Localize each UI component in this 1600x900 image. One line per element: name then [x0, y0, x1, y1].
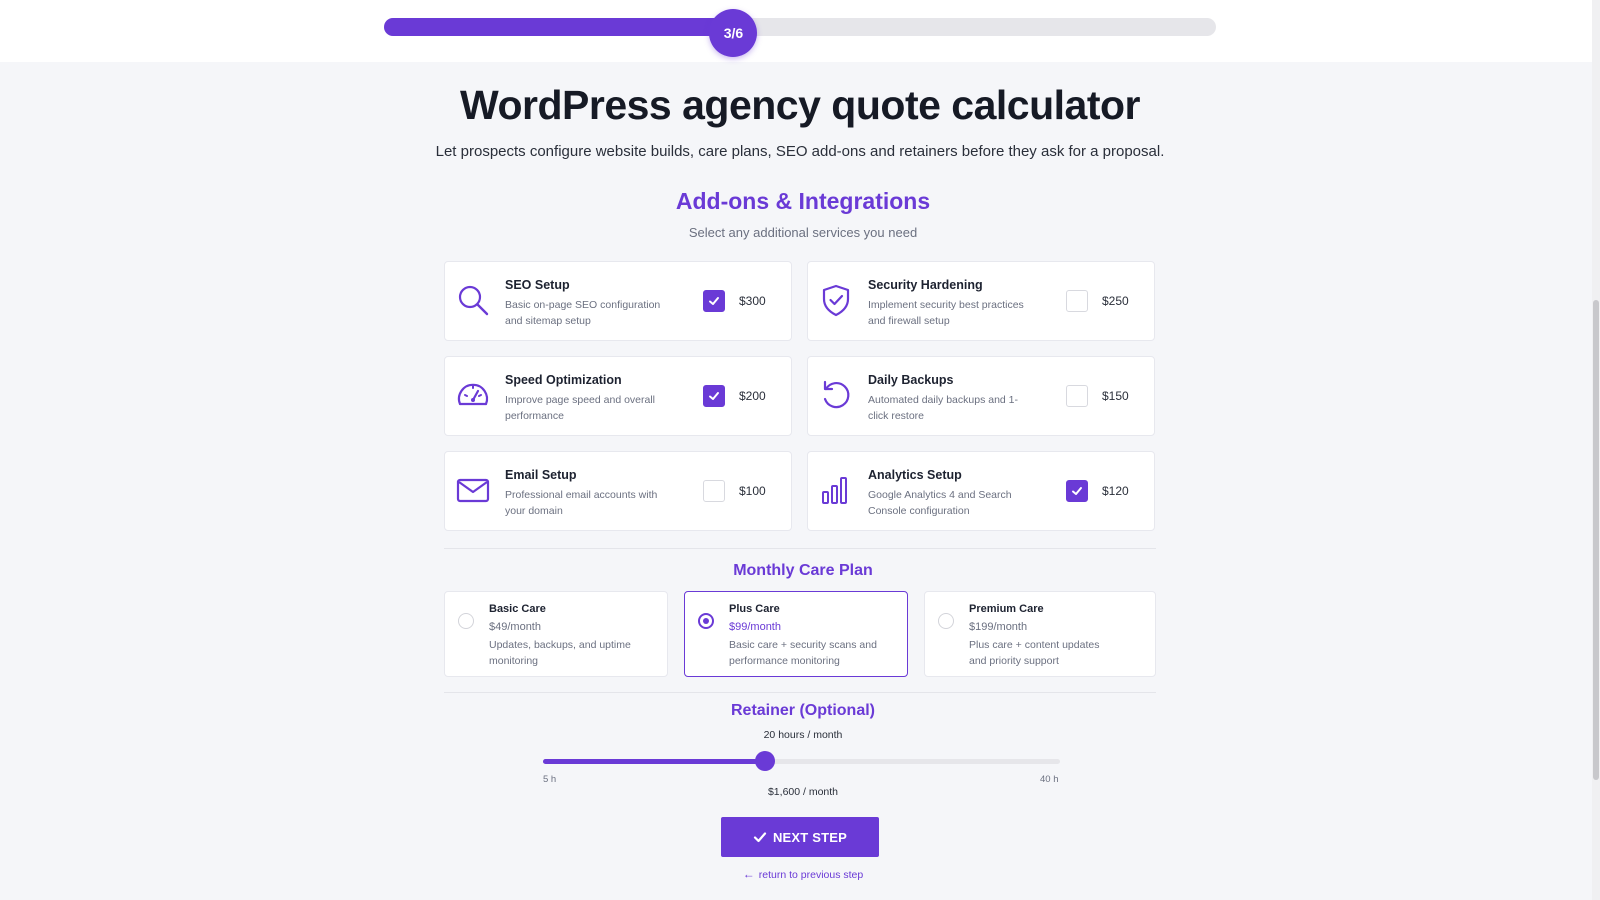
addon-description: Improve page speed and overall performan… [505, 394, 656, 422]
addons-section-title: Add-ons & Integrations [675, 188, 931, 214]
addon-name: SEO Setup [505, 278, 570, 292]
addon-card-seo-setup[interactable]: SEO Setup Basic on-page SEO configuratio… [444, 261, 792, 341]
addon-checkbox[interactable] [703, 290, 725, 312]
progress-fill [384, 18, 734, 36]
progress-track: 3/6 [384, 9, 1216, 57]
scrollbar[interactable] [1592, 0, 1600, 900]
arrow-left-icon: ← [742, 867, 755, 881]
addons-section-subtitle: Select any additional services you need [688, 225, 918, 240]
addon-price: $100 [739, 484, 766, 498]
care-plan-radio[interactable] [458, 613, 474, 629]
addon-checkbox[interactable] [703, 480, 725, 502]
next-step-button[interactable]: NEXT STEP [721, 817, 879, 857]
addon-description: Professional email accounts with your do… [505, 489, 658, 517]
page-title: WordPress agency quote calculator [460, 82, 1140, 128]
addon-card-email-setup[interactable]: Email Setup Professional email accounts … [444, 451, 792, 531]
retainer-monthly-price: $1,600 / month [767, 786, 839, 798]
retainer-slider-max: 40 h [1040, 774, 1059, 785]
bar-chart-icon [822, 477, 847, 504]
next-step-label: NEXT STEP [772, 829, 848, 845]
addon-price: $250 [1102, 294, 1129, 308]
envelope-icon [456, 478, 490, 503]
addon-name: Security Hardening [868, 278, 983, 292]
addon-name: Daily Backups [868, 373, 954, 387]
addon-name: Email Setup [505, 468, 577, 482]
addon-checkbox[interactable] [1066, 480, 1088, 502]
previous-step-link[interactable]: ← return to previous step [0, 867, 1600, 881]
care-plan-price: $199/month [969, 621, 1028, 633]
addon-checkbox[interactable] [1066, 290, 1088, 312]
addon-description: Automated daily backups and 1-click rest… [868, 394, 1019, 422]
care-plan-radio[interactable] [938, 613, 954, 629]
addon-checkbox[interactable] [703, 385, 725, 407]
care-plan-name: Premium Care [969, 603, 1044, 615]
addon-price: $200 [739, 389, 766, 403]
checkmark-icon [709, 392, 719, 400]
care-plan-description: Updates, backups, and uptime monitoring [489, 639, 631, 667]
checkmark-icon [709, 297, 719, 305]
speedometer-icon [457, 383, 489, 406]
previous-step-label: return to previous step [758, 869, 864, 881]
shield-check-icon [822, 284, 850, 317]
care-plan-price: $99/month [729, 621, 781, 633]
checkmark-icon [753, 832, 767, 843]
section-divider [444, 692, 1156, 693]
section-divider [444, 548, 1156, 549]
care-plan-plus[interactable]: Plus Care $99/month Basic care + securit… [684, 591, 908, 677]
addon-name: Speed Optimization [505, 373, 622, 387]
addon-name: Analytics Setup [868, 468, 962, 482]
care-plan-name: Basic Care [489, 603, 546, 615]
addon-card-analytics-setup[interactable]: Analytics Setup Google Analytics 4 and S… [807, 451, 1155, 531]
checkmark-icon [1072, 487, 1082, 495]
care-plan-title: Monthly Care Plan [733, 562, 873, 579]
addon-description: Implement security best practices and fi… [868, 299, 1024, 327]
retainer-slider-min: 5 h [543, 774, 557, 785]
retainer-slider-handle[interactable] [754, 751, 775, 771]
care-plan-basic[interactable]: Basic Care $49/month Updates, backups, a… [444, 591, 668, 677]
addon-description: Google Analytics 4 and Search Console co… [868, 489, 1012, 517]
care-plan-premium[interactable]: Premium Care $199/month Plus care + cont… [924, 591, 1156, 677]
addon-card-security-hardening[interactable]: Security Hardening Implement security be… [807, 261, 1155, 341]
addon-description: Basic on-page SEO configuration and site… [505, 299, 661, 327]
step-indicator: 3/6 [709, 9, 758, 57]
restore-icon [823, 380, 850, 409]
care-plan-description: Basic care + security scans and performa… [729, 639, 877, 667]
addon-price: $300 [739, 294, 766, 308]
care-plan-name: Plus Care [729, 603, 780, 615]
addon-price: $150 [1102, 389, 1129, 403]
addon-checkbox[interactable] [1066, 385, 1088, 407]
care-plan-price: $49/month [489, 621, 541, 633]
addon-price: $120 [1102, 484, 1129, 498]
retainer-slider-fill [543, 759, 765, 764]
care-plan-description: Plus care + content updates and priority… [969, 639, 1100, 667]
care-plan-radio[interactable] [698, 613, 714, 629]
retainer-hours-value: 20 hours / month [763, 729, 843, 741]
top-progress-bar: 3/6 [0, 0, 1592, 62]
page-subtitle: Let prospects configure website builds, … [435, 143, 1165, 160]
addon-card-speed-optimization[interactable]: Speed Optimization Improve page speed an… [444, 356, 792, 436]
retainer-title: Retainer (Optional) [730, 702, 875, 719]
search-icon [458, 285, 489, 316]
addon-card-daily-backups[interactable]: Daily Backups Automated daily backups an… [807, 356, 1155, 436]
retainer-slider[interactable] [543, 751, 1060, 771]
